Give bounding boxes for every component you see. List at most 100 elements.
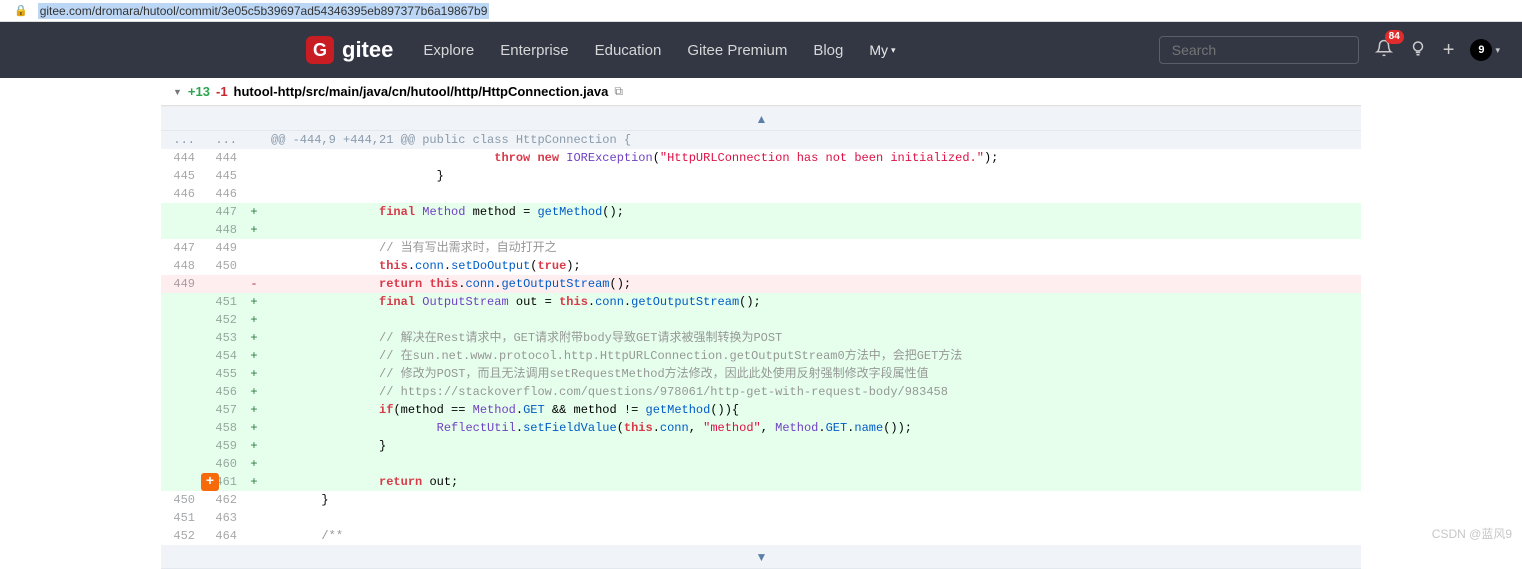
- diff-line: 444444 throw new IORException("HttpURLCo…: [161, 149, 1361, 167]
- line-no-new[interactable]: 446: [203, 185, 245, 203]
- code-content: }: [263, 437, 1361, 455]
- code-content: if(method == Method.GET && method != get…: [263, 401, 1361, 419]
- chevron-down-icon: ▾: [891, 45, 896, 56]
- watermark: CSDN @蓝风9: [1432, 525, 1512, 542]
- line-no-old[interactable]: [161, 365, 203, 383]
- line-no-new[interactable]: 452: [203, 311, 245, 329]
- file-header: ▼ +13 -1 hutool-http/src/main/java/cn/hu…: [161, 78, 1361, 106]
- logo[interactable]: G gitee: [306, 36, 393, 64]
- code-content: /**: [263, 527, 1361, 545]
- notification-badge: 84: [1385, 30, 1404, 44]
- code-content: ReflectUtil.setFieldValue(this.conn, "me…: [263, 419, 1361, 437]
- copy-icon[interactable]: ⧉: [614, 84, 623, 99]
- line-no-old[interactable]: 444: [161, 149, 203, 167]
- line-no-new[interactable]: 445: [203, 167, 245, 185]
- code-content: this.conn.setDoOutput(true);: [263, 257, 1361, 275]
- code-content: }: [263, 167, 1361, 185]
- line-no-new[interactable]: 460: [203, 455, 245, 473]
- line-no-new[interactable]: 462: [203, 491, 245, 509]
- diff-line: 452464 /**: [161, 527, 1361, 545]
- line-no-old[interactable]: [161, 347, 203, 365]
- nav-education[interactable]: Education: [595, 42, 662, 59]
- line-no-old[interactable]: 452: [161, 527, 203, 545]
- line-no-old[interactable]: [161, 329, 203, 347]
- bulb-icon[interactable]: [1409, 39, 1427, 62]
- line-no-new[interactable]: 463: [203, 509, 245, 527]
- diff-line: 448450 this.conn.setDoOutput(true);: [161, 257, 1361, 275]
- line-no-new[interactable]: 459: [203, 437, 245, 455]
- line-no-new[interactable]: 449: [203, 239, 245, 257]
- diff-line: 456+ // https://stackoverflow.com/questi…: [161, 383, 1361, 401]
- expand-down-button[interactable]: ▼: [161, 545, 1361, 569]
- line-no-new[interactable]: 454: [203, 347, 245, 365]
- line-no-new[interactable]: 458: [203, 419, 245, 437]
- code-content: [263, 221, 1361, 239]
- search-input[interactable]: [1159, 36, 1359, 64]
- hunk-header: @@ -444,9 +444,21 @@ public class HttpCo…: [263, 131, 1361, 149]
- line-no-old[interactable]: [161, 455, 203, 473]
- line-no-new[interactable]: 448: [203, 221, 245, 239]
- line-no-new[interactable]: 453: [203, 329, 245, 347]
- line-no-old[interactable]: 449: [161, 275, 203, 293]
- plus-icon[interactable]: +: [1443, 39, 1455, 62]
- line-no-new[interactable]: 450: [203, 257, 245, 275]
- line-no-new[interactable]: 464: [203, 527, 245, 545]
- nav-blog[interactable]: Blog: [813, 42, 843, 59]
- code-content: // 当有写出需求时，自动打开之: [263, 239, 1361, 257]
- line-no-old[interactable]: 450: [161, 491, 203, 509]
- lock-icon: 🔒: [14, 4, 28, 17]
- diff-line: 460+: [161, 455, 1361, 473]
- nav-explore[interactable]: Explore: [423, 42, 474, 59]
- line-no-old[interactable]: [161, 311, 203, 329]
- line-no-new[interactable]: 456: [203, 383, 245, 401]
- diff-line: 447+ final Method method = getMethod();: [161, 203, 1361, 221]
- nav-my[interactable]: My▾: [869, 42, 895, 59]
- code-content: // https://stackoverflow.com/questions/9…: [263, 383, 1361, 401]
- url-text[interactable]: gitee.com/dromara/hutool/commit/3e05c5b3…: [38, 3, 490, 19]
- user-menu[interactable]: 9 ▾: [1470, 39, 1500, 61]
- code-content: final OutputStream out = this.conn.getOu…: [263, 293, 1361, 311]
- nav-premium[interactable]: Gitee Premium: [687, 42, 787, 59]
- line-no-old[interactable]: 451: [161, 509, 203, 527]
- code-content: }: [263, 491, 1361, 509]
- logo-text: gitee: [342, 37, 393, 63]
- expand-up-button[interactable]: ▲: [161, 107, 1361, 131]
- logo-icon: G: [306, 36, 334, 64]
- diff-line: 446446: [161, 185, 1361, 203]
- diff-line: 450462 }: [161, 491, 1361, 509]
- code-content: // 修改为POST，而且无法调用setRequestMethod方法修改，因此…: [263, 365, 1361, 383]
- line-no-new[interactable]: 444: [203, 149, 245, 167]
- line-no-old[interactable]: [161, 401, 203, 419]
- chevron-down-icon: ▾: [1495, 45, 1500, 56]
- line-no-new[interactable]: [203, 275, 245, 293]
- notifications-icon[interactable]: 84: [1375, 39, 1393, 62]
- line-no-old[interactable]: [161, 383, 203, 401]
- line-no-new[interactable]: 447: [203, 203, 245, 221]
- code-content: [263, 509, 1361, 527]
- code-content: throw new IORException("HttpURLConnectio…: [263, 149, 1361, 167]
- caret-icon[interactable]: ▼: [173, 87, 182, 97]
- line-no-new[interactable]: 455: [203, 365, 245, 383]
- line-no-old[interactable]: [161, 293, 203, 311]
- avatar: 9: [1470, 39, 1492, 61]
- line-no-old[interactable]: [161, 473, 203, 491]
- code-content: return out;: [263, 473, 1361, 491]
- line-no-old[interactable]: [161, 203, 203, 221]
- diff-line: 454+ // 在sun.net.www.protocol.http.HttpU…: [161, 347, 1361, 365]
- add-comment-button[interactable]: +: [201, 473, 219, 491]
- line-no-old[interactable]: 447: [161, 239, 203, 257]
- line-no-old[interactable]: [161, 419, 203, 437]
- line-no-new[interactable]: +461: [203, 473, 245, 491]
- line-no-old[interactable]: 446: [161, 185, 203, 203]
- line-no-old[interactable]: 445: [161, 167, 203, 185]
- line-no-new[interactable]: 451: [203, 293, 245, 311]
- line-no-old[interactable]: [161, 437, 203, 455]
- line-no-new: ...: [203, 131, 245, 149]
- line-no-old[interactable]: [161, 221, 203, 239]
- line-no-old[interactable]: 448: [161, 257, 203, 275]
- line-no-new[interactable]: 457: [203, 401, 245, 419]
- nav-enterprise[interactable]: Enterprise: [500, 42, 568, 59]
- line-no-old: ...: [161, 131, 203, 149]
- code-content: [263, 455, 1361, 473]
- diff-line: 447449 // 当有写出需求时，自动打开之: [161, 239, 1361, 257]
